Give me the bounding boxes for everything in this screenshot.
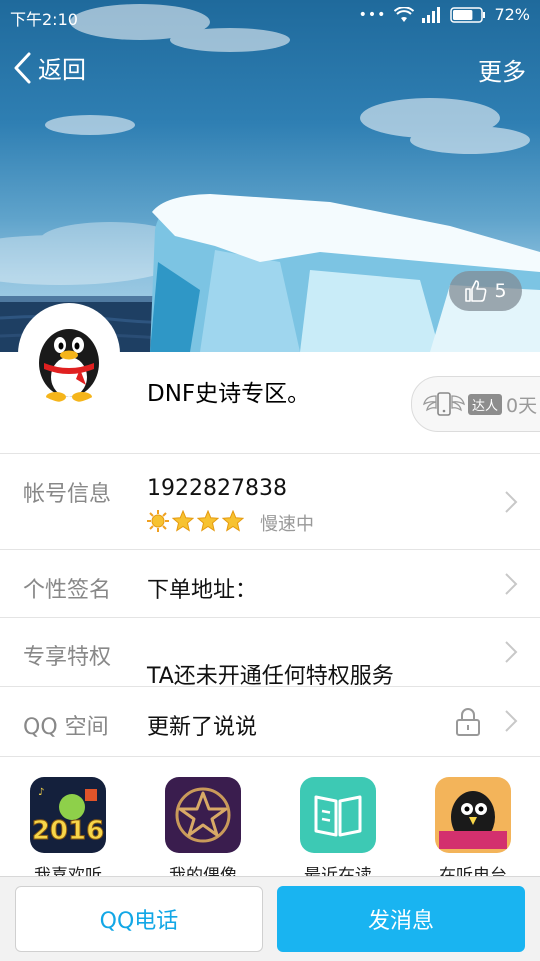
book-icon — [300, 777, 376, 853]
qq-call-button[interactable]: QQ电话 — [15, 886, 263, 952]
chevron-right-icon — [505, 573, 518, 595]
lock-icon — [456, 708, 480, 736]
nickname: DNF史诗专区。 — [147, 381, 311, 407]
star-icon — [172, 510, 194, 532]
more-dots-icon: ••• — [358, 6, 387, 23]
chevron-right-icon — [505, 641, 518, 663]
app-label: 最近在读 — [304, 866, 372, 877]
idol-star-icon — [165, 777, 241, 853]
like-count: 5 — [494, 280, 507, 302]
svg-text:2016: 2016 — [32, 816, 104, 846]
app-label: 在听电台 — [439, 866, 507, 877]
row-label: 个性签名 — [23, 578, 112, 603]
chevron-right-icon — [505, 491, 518, 513]
avatar[interactable] — [20, 305, 118, 403]
wifi-icon — [394, 6, 415, 22]
row-privilege[interactable]: 专享特权 TA还未开通任何特权服务 — [0, 617, 540, 689]
row-label: 帐号信息 — [23, 482, 112, 507]
music-2016-icon: ♪ 2016 — [30, 777, 106, 853]
signal-icon — [422, 6, 441, 23]
qq-penguin-avatar-icon — [20, 305, 118, 403]
signature-text: 下单地址： — [147, 578, 258, 603]
status-time: 下午2:10 — [10, 10, 78, 29]
like-button[interactable]: 5 — [449, 271, 522, 311]
daren-badge[interactable]: 达人 0天 — [411, 376, 540, 432]
more-button[interactable]: 更多 — [478, 52, 526, 87]
battery-percent: 72% — [494, 5, 530, 24]
sun-icon — [147, 510, 169, 532]
row-qzone[interactable]: QQ 空间 更新了说说 — [0, 686, 540, 757]
thumbs-up-icon — [465, 280, 487, 302]
star-icon — [222, 510, 244, 532]
row-signature[interactable]: 个性签名 下单地址： — [0, 549, 540, 618]
chevron-right-icon — [505, 710, 518, 732]
speed-status: 慢速中 — [260, 514, 314, 535]
chevron-left-icon — [14, 52, 31, 83]
app-grid: ♪ 2016 我喜欢听 我的偶像 最近在读 在听电台 — [0, 756, 540, 877]
app-idol[interactable]: 我的偶像 — [165, 777, 241, 877]
star-icon — [197, 510, 219, 532]
status-bar: 下午2:10 ••• 72% — [0, 0, 540, 32]
app-radio[interactable]: 在听电台 — [435, 777, 511, 877]
row-label: QQ 空间 — [23, 715, 109, 740]
back-button[interactable]: 返回 — [12, 50, 86, 85]
app-label: 我喜欢听 — [34, 866, 102, 877]
svg-text:♪: ♪ — [38, 787, 44, 798]
battery-icon — [450, 6, 486, 23]
winged-phone-icon — [423, 392, 465, 416]
app-music[interactable]: ♪ 2016 我喜欢听 — [30, 777, 106, 877]
daren-tag: 达人 — [468, 393, 503, 415]
daren-days: 0天 — [506, 394, 538, 417]
app-reading[interactable]: 最近在读 — [300, 777, 376, 877]
back-label: 返回 — [38, 56, 86, 84]
send-message-button[interactable]: 发消息 — [277, 886, 525, 952]
qq-number: 1922827838 — [147, 476, 287, 501]
row-account-info[interactable]: 帐号信息 1922827838 慢速中 — [0, 453, 540, 550]
app-label: 我的偶像 — [169, 866, 237, 877]
radio-penguin-icon — [435, 777, 511, 853]
bottom-action-bar: QQ电话 发消息 — [0, 876, 540, 961]
qzone-text: 更新了说说 — [147, 715, 258, 740]
row-label: 专享特权 — [23, 645, 112, 670]
level-badges — [147, 510, 244, 532]
